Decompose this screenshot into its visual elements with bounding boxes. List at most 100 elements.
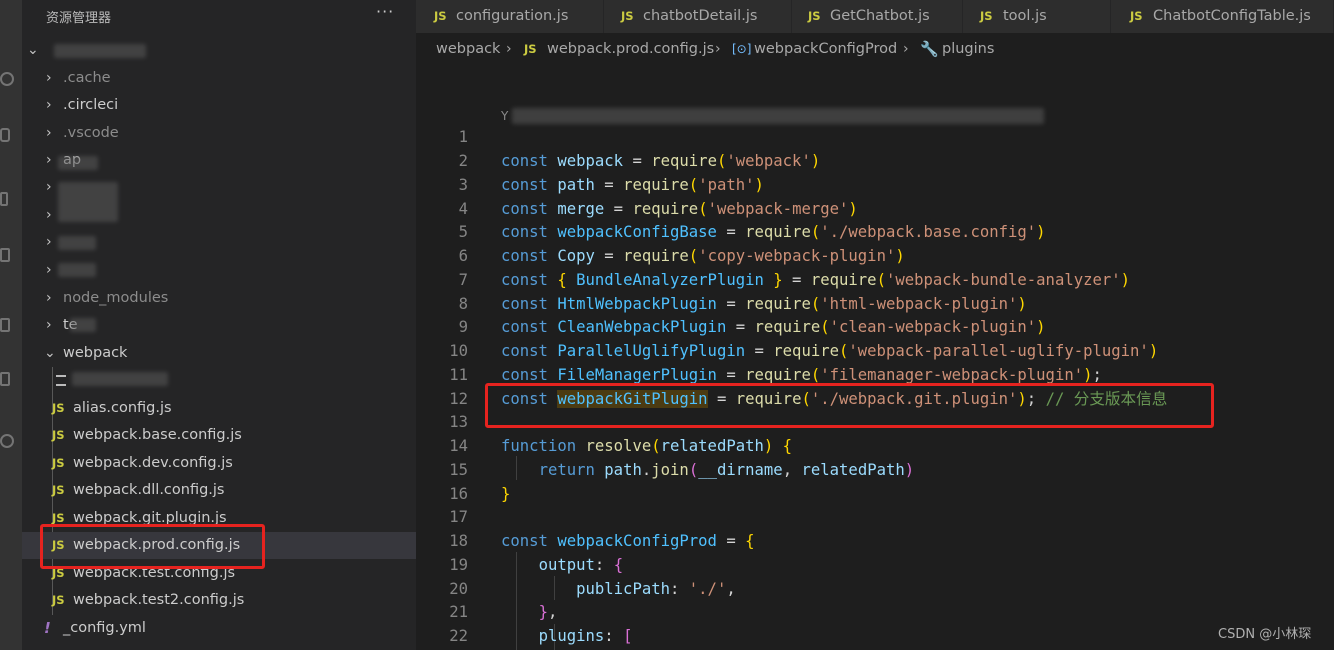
line-number: 8 [458, 295, 468, 313]
code-text: const FileManagerPlugin = require('filem… [501, 366, 1102, 384]
code-text: function resolve(relatedPath) { [501, 437, 793, 455]
tab-chatbotdetail-js[interactable]: JS chatbotDetail.js [604, 0, 792, 33]
chevron-right-icon: › [46, 70, 52, 86]
code-text: const merge = require('webpack-merge') [501, 200, 858, 218]
line-number: 10 [449, 342, 468, 360]
tree-item-webpack-test-config[interactable]: JS webpack.test.config.js [22, 560, 416, 587]
redacted-area [58, 263, 96, 277]
tree-item-webpack-git-plugin[interactable]: JS webpack.git.plugin.js [22, 505, 416, 532]
code-text: const HtmlWebpackPlugin = require('html-… [501, 295, 1027, 313]
code-text: const { BundleAnalyzerPlugin } = require… [501, 271, 1131, 289]
code-line: 18 const webpackConfigProd = { [416, 529, 1334, 553]
line-number: 14 [449, 437, 468, 455]
tab-label: configuration.js [456, 8, 569, 24]
explorer-header: 资源管理器 ··· [22, 0, 416, 33]
js-file-icon: JS [52, 456, 65, 470]
js-file-icon: JS [52, 538, 65, 552]
line-number: 22 [449, 627, 468, 645]
tree-item-label: webpack.git.plugin.js [73, 510, 227, 526]
code-line: 21 }, [416, 600, 1334, 624]
tree-item-config-yml[interactable]: ! _config.yml [22, 615, 416, 642]
code-text: } [501, 485, 511, 503]
tree-item-label: webpack.dll.config.js [73, 482, 225, 498]
line-number: 7 [458, 271, 468, 289]
tree-item-webpack-prod-config[interactable]: JS webpack.prod.config.js [22, 532, 416, 559]
js-file-icon: JS [621, 9, 634, 23]
line-number: 5 [458, 223, 468, 241]
tab-label: tool.js [1003, 8, 1047, 24]
line-number: 1 [458, 128, 468, 146]
tab-tool-js[interactable]: JS tool.js [963, 0, 1111, 33]
code-line: 15 return path.join(__dirname, relatedPa… [416, 458, 1334, 482]
code-line: 1 [416, 125, 1334, 149]
code-line: 11 const FileManagerPlugin = require('fil… [416, 363, 1334, 387]
code-editor[interactable]: Y 1 2 const webpack = require('webpack') … [416, 66, 1334, 650]
tree-item-cache[interactable]: › .cache [22, 65, 416, 92]
tree-item-node-modules[interactable]: › node_modules [22, 285, 416, 312]
chevron-right-icon: › [46, 125, 52, 141]
breadcrumb-file[interactable]: webpack.prod.config.js [547, 33, 714, 66]
more-actions-icon[interactable]: ··· [376, 2, 394, 21]
code-line: 10 const ParallelUglifyPlugin = require('… [416, 339, 1334, 363]
js-file-icon: JS [52, 401, 65, 415]
tree-item-label: _config.yml [63, 620, 146, 636]
js-file-icon: JS [524, 42, 537, 56]
tree-item-label: webpack.dev.config.js [73, 455, 233, 471]
code-line: 5 const webpackConfigBase = require('./we… [416, 220, 1334, 244]
tree-item-webpack-dev-config[interactable]: JS webpack.dev.config.js [22, 450, 416, 477]
js-file-icon: JS [434, 9, 447, 23]
tree-item-label: .circleci [63, 97, 119, 113]
code-line: 13 [416, 410, 1334, 434]
source-control-icon[interactable] [0, 128, 10, 142]
code-text: const webpackConfigBase = require('./web… [501, 223, 1046, 241]
breadcrumb-symbol[interactable]: webpackConfigProd [754, 33, 897, 66]
line-number: 17 [449, 508, 468, 526]
redacted-area [72, 372, 168, 386]
code-line: 22 plugins: [ [416, 624, 1334, 648]
tree-item-webpack-base-config[interactable]: JS webpack.base.config.js [22, 422, 416, 449]
code-text: const CleanWebpackPlugin = require('clea… [501, 318, 1046, 336]
js-file-icon: JS [52, 566, 65, 580]
timeline-icon[interactable] [0, 434, 14, 448]
tree-item-label: .cache [63, 70, 111, 86]
extensions-icon[interactable] [0, 248, 10, 262]
chevron-right-icon: › [46, 317, 52, 333]
chevron-right-icon: › [46, 97, 52, 113]
search-icon[interactable] [0, 72, 14, 86]
symbol-variable-icon: [⊙] [732, 42, 752, 56]
line-number: 18 [449, 532, 468, 550]
chevron-down-icon: ⌄ [44, 345, 56, 361]
activity-bar [0, 0, 22, 650]
tree-item-label: webpack.base.config.js [73, 427, 242, 443]
redacted-area [58, 156, 98, 170]
tab-getchatbot-js[interactable]: JS GetChatbot.js [792, 0, 963, 33]
run-debug-icon[interactable] [0, 192, 8, 206]
code-line: 20 publicPath: './', [416, 577, 1334, 601]
tree-item-webpack-dll-config[interactable]: JS webpack.dll.config.js [22, 477, 416, 504]
tree-item-webpack-test2-config[interactable]: JS webpack.test2.config.js [22, 587, 416, 614]
code-text: return path.join(__dirname, relatedPath) [538, 461, 915, 479]
line-number: 6 [458, 247, 468, 265]
breadcrumb-folder[interactable]: webpack [436, 33, 500, 66]
testing-icon[interactable] [0, 372, 10, 386]
redacted-area [54, 44, 146, 58]
tree-item-label: webpack [63, 345, 128, 361]
code-text: plugins: [ [538, 627, 633, 645]
js-file-icon: JS [1130, 9, 1143, 23]
code-line: 2 const webpack = require('webpack') [416, 149, 1334, 173]
wrench-icon: 🔧 [920, 40, 939, 58]
file-icon [56, 375, 66, 386]
remote-icon[interactable] [0, 318, 10, 332]
code-text: const ParallelUglifyPlugin = require('we… [501, 342, 1159, 360]
tab-chatbotconfigtable-js[interactable]: JS ChatbotConfigTable.js [1111, 0, 1334, 33]
explorer-sidebar: 资源管理器 ··· ⌄ › .cache › .circleci › .vsco… [22, 0, 416, 650]
tree-item-alias-config[interactable]: JS alias.config.js [22, 395, 416, 422]
chevron-right-icon: › [46, 290, 52, 306]
js-file-icon: JS [52, 483, 65, 497]
tree-item-vscode[interactable]: › .vscode [22, 120, 416, 147]
breadcrumb-symbol[interactable]: plugins [942, 33, 994, 66]
tab-configuration-js[interactable]: JS configuration.js [416, 0, 604, 33]
tab-label: GetChatbot.js [830, 8, 930, 24]
tree-item-circleci[interactable]: › .circleci [22, 92, 416, 119]
tree-item-webpack-folder[interactable]: ⌄ webpack [22, 340, 416, 367]
